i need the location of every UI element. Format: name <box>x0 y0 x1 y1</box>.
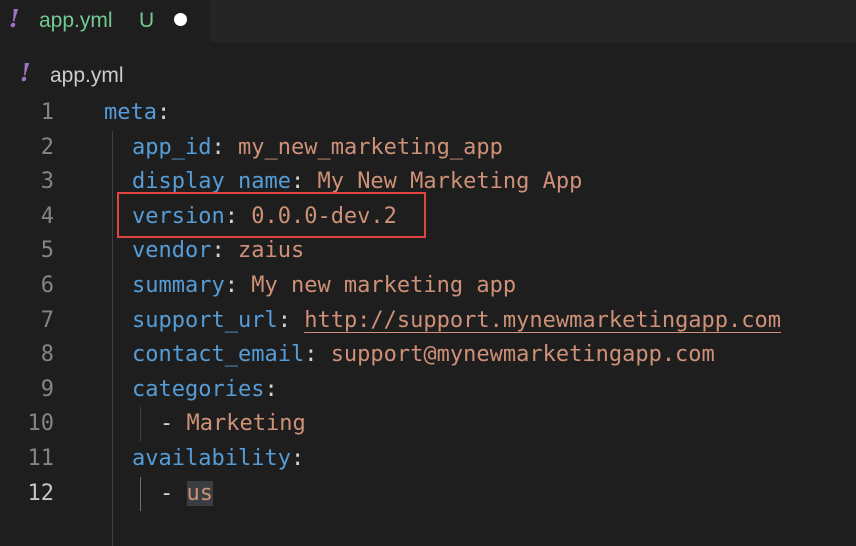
line-number: 6 <box>40 273 54 298</box>
yaml-key: app_id <box>132 134 212 160</box>
yaml-key: vendor <box>132 238 212 264</box>
yaml-file-icon: ! <box>9 4 20 33</box>
code-content: app_id: my_new_marketing_app <box>132 131 503 166</box>
line-number: 5 <box>40 238 54 264</box>
yaml-key: summary <box>132 273 225 298</box>
yaml-key: availability <box>132 446 291 471</box>
code-content: summary: My new marketing app <box>132 269 516 304</box>
yaml-value: my_new_marketing_app <box>237 134 503 160</box>
code-content: contact_email: support@mynewmarketingapp… <box>132 338 715 373</box>
yaml-separator: : <box>264 376 278 402</box>
code-content: - us <box>160 477 213 512</box>
code-line[interactable]: 9 categories: <box>0 373 856 408</box>
untracked-status-badge: U <box>139 9 155 32</box>
tab-app-yml[interactable]: ! app.yml U <box>0 0 210 42</box>
breadcrumb: ! app.yml <box>0 56 856 90</box>
breadcrumb-item-app-yml[interactable]: app.yml <box>50 64 124 88</box>
yaml-separator: : <box>290 169 318 195</box>
yaml-separator: : <box>224 273 252 298</box>
yaml-key: display_name <box>132 169 291 195</box>
yaml-separator: : <box>304 342 331 368</box>
unsaved-dot-icon[interactable] <box>174 13 187 26</box>
code-line[interactable]: 10 - Marketing <box>0 407 856 442</box>
code-line[interactable]: 8 contact_email: support@mynewmarketingap… <box>0 338 856 373</box>
yaml-key: support_url <box>132 307 278 333</box>
code-content: categories: <box>132 373 278 408</box>
line-number: 4 <box>40 203 54 229</box>
code-content: support_url: http://support.mynewmarketi… <box>132 304 781 339</box>
code-content: meta: <box>104 96 170 131</box>
code-line[interactable]: 6 summary: My new marketing app <box>0 269 856 304</box>
line-number: 7 <box>40 307 54 333</box>
yaml-value: zaius <box>237 238 305 264</box>
yaml-file-icon: ! <box>20 58 31 87</box>
yaml-value: My new marketing app <box>251 273 517 298</box>
line-number: 8 <box>40 342 54 368</box>
code-editor[interactable]: 1 meta: 2 app_id: my_new_marketing_app 3 disp… <box>0 96 856 546</box>
code-content: - Marketing <box>160 407 306 442</box>
yaml-value: My New Marketing App <box>317 169 583 195</box>
tab-bar: ! app.yml U <box>0 0 856 42</box>
yaml-value: Marketing <box>186 411 306 437</box>
code-line[interactable]: 1 meta: <box>0 96 856 131</box>
code-line[interactable]: 2 app_id: my_new_marketing_app <box>0 131 856 166</box>
tab-label: app.yml <box>39 9 113 32</box>
yaml-value: support@mynewmarketingapp.com <box>330 342 715 368</box>
code-line[interactable]: 12 - us <box>0 477 856 512</box>
code-line[interactable]: 5 vendor: zaius <box>0 234 856 269</box>
yaml-separator: : <box>211 134 238 160</box>
code-content: vendor: zaius <box>132 234 304 269</box>
line-number: 2 <box>40 134 54 160</box>
yaml-separator: : <box>156 100 171 125</box>
yaml-list-dash: - <box>160 480 187 506</box>
line-number: 1 <box>40 100 54 125</box>
yaml-separator: : <box>290 446 305 471</box>
yaml-value: us <box>186 480 213 506</box>
annotation-highlight-box <box>117 192 426 238</box>
line-number: 10 <box>27 411 55 437</box>
code-content: availability: <box>132 442 304 477</box>
code-line[interactable]: 7 support_url: http://support.mynewmarket… <box>0 304 856 339</box>
line-number: 11 <box>27 446 55 471</box>
yaml-key: categories <box>132 376 265 402</box>
yaml-key: meta <box>104 100 157 125</box>
yaml-key: contact_email <box>132 342 305 368</box>
line-number: 9 <box>40 376 54 402</box>
yaml-separator: : <box>211 238 238 264</box>
code-line[interactable]: 11 availability: <box>0 442 856 477</box>
line-number: 3 <box>40 169 54 195</box>
yaml-list-dash: - <box>160 411 187 437</box>
line-number: 12 <box>27 480 55 506</box>
yaml-separator: : <box>277 307 305 333</box>
url-link[interactable]: http://support.mynewmarketingapp.com <box>304 308 781 333</box>
